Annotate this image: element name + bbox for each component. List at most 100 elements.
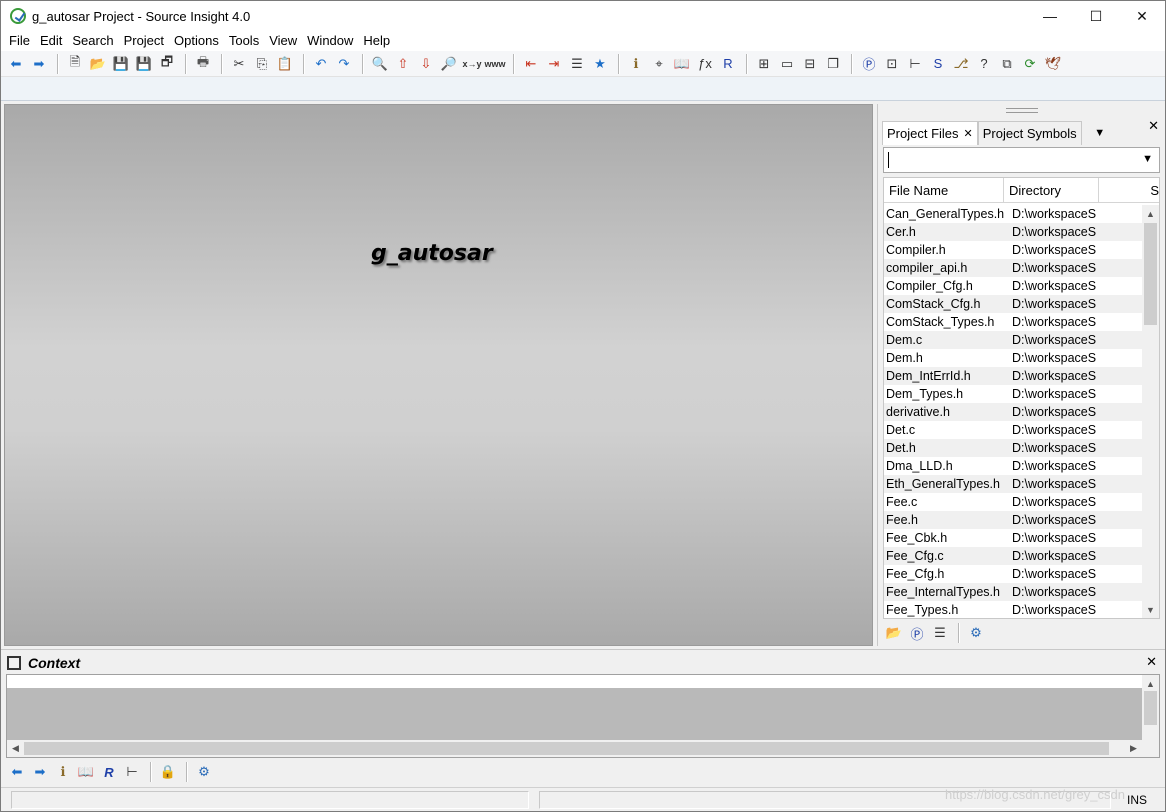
close-icon[interactable]: ✕ [964, 127, 973, 140]
table-row[interactable]: Fee_Cfg.h D:\workspaceS [884, 565, 1142, 583]
redo-button[interactable]: ↷ [333, 53, 355, 75]
bookmark-prev-button[interactable]: ⇤ [520, 53, 542, 75]
menu-window[interactable]: Window [302, 31, 358, 51]
table-row[interactable]: Fee_Cbk.h D:\workspaceS [884, 529, 1142, 547]
scroll-thumb[interactable] [1144, 691, 1157, 725]
context-vertical-scrollbar[interactable]: ▲ [1142, 675, 1159, 741]
panel-drag-handle[interactable] [1006, 108, 1038, 113]
ctx-relation-icon[interactable]: R [98, 761, 120, 783]
save-button[interactable]: 💾 [110, 53, 132, 75]
table-row[interactable]: Dem.h D:\workspaceS [884, 349, 1142, 367]
ctx-tree-icon[interactable]: ⊢ [121, 761, 143, 783]
menu-search[interactable]: Search [67, 31, 118, 51]
replace-button[interactable]: x→y [461, 53, 483, 75]
chevron-down-icon[interactable]: ▼ [1090, 121, 1110, 145]
table-row[interactable]: Dem_IntErrId.h D:\workspaceS [884, 367, 1142, 385]
scroll-right-icon[interactable]: ▶ [1125, 740, 1142, 757]
bookmark-toggle-button[interactable]: ★ [589, 53, 611, 75]
layout-2-button[interactable]: ▭ [776, 53, 798, 75]
menu-options[interactable]: Options [169, 31, 224, 51]
find-button[interactable]: 🔍 [369, 53, 391, 75]
ctx-symbol-info-icon[interactable]: ℹ [52, 761, 74, 783]
layout-1-button[interactable]: ⊞ [753, 53, 775, 75]
context-horizontal-scrollbar[interactable]: ◀ ▶ [7, 740, 1159, 757]
clip-window-button[interactable]: ⎇ [950, 53, 972, 75]
close-button[interactable]: ✕ [1119, 1, 1165, 31]
overview-button[interactable]: ⧉ [996, 53, 1018, 75]
layout-3-button[interactable]: ⊟ [799, 53, 821, 75]
scroll-left-icon[interactable]: ◀ [7, 740, 24, 757]
table-row[interactable]: ComStack_Types.h D:\workspaceS [884, 313, 1142, 331]
scroll-thumb[interactable] [1144, 223, 1157, 325]
ctx-back-icon[interactable]: ⬅ [6, 761, 28, 783]
paste-button[interactable]: 📋 [274, 53, 296, 75]
symbol-info-button[interactable]: ℹ [625, 53, 647, 75]
project-window-close-button[interactable]: ✕ [1148, 118, 1159, 134]
scroll-thumb[interactable] [24, 742, 1109, 755]
tab-project-files[interactable]: Project Files ✕ [882, 121, 978, 145]
search-files-button[interactable]: 🔎 [438, 53, 460, 75]
table-row[interactable]: Dem.c D:\workspaceS [884, 331, 1142, 349]
help-window-button[interactable]: ? [973, 53, 995, 75]
menu-help[interactable]: Help [358, 31, 395, 51]
bookmark-next-button[interactable]: ⇥ [543, 53, 565, 75]
sync-button[interactable]: ⟳ [1019, 53, 1041, 75]
new-file-button[interactable]: 🗎 [64, 53, 86, 75]
table-row[interactable]: Fee_Cfg.c D:\workspaceS [884, 547, 1142, 565]
column-directory[interactable]: Directory [1004, 178, 1099, 203]
context-window-button[interactable]: ⊡ [881, 53, 903, 75]
column-size[interactable]: S [1099, 178, 1159, 203]
function-button[interactable]: ƒx [694, 53, 716, 75]
relation-button[interactable]: R [717, 53, 739, 75]
bird-button[interactable]: 🕊 [1042, 53, 1064, 75]
forward-button[interactable]: ➡ [28, 53, 50, 75]
table-row[interactable]: Dem_Types.h D:\workspaceS [884, 385, 1142, 403]
context-view[interactable]: ▲ ◀ ▶ [6, 674, 1160, 758]
table-row[interactable]: Det.h D:\workspaceS [884, 439, 1142, 457]
cut-button[interactable]: ✂ [228, 53, 250, 75]
save-all-button[interactable]: 💾 [133, 53, 155, 75]
scroll-up-icon[interactable]: ▲ [1142, 675, 1159, 692]
back-button[interactable]: ⬅ [5, 53, 27, 75]
jump-to-def-button[interactable]: ⌖ [648, 53, 670, 75]
table-row[interactable]: Fee_InternalTypes.h D:\workspaceS [884, 583, 1142, 601]
menu-view[interactable]: View [264, 31, 302, 51]
scroll-up-icon[interactable]: ▲ [1142, 205, 1159, 222]
table-row[interactable]: compiler_api.h D:\workspaceS [884, 259, 1142, 277]
chevron-down-icon[interactable]: ▼ [1142, 153, 1153, 165]
context-window-close-button[interactable]: ✕ [1146, 654, 1157, 670]
table-row[interactable]: Eth_GeneralTypes.h D:\workspaceS [884, 475, 1142, 493]
undo-button[interactable]: ↶ [310, 53, 332, 75]
table-row[interactable]: Det.c D:\workspaceS [884, 421, 1142, 439]
file-list-icon[interactable]: ☰ [929, 622, 951, 644]
search-backward-button[interactable]: ⇧ [392, 53, 414, 75]
table-row[interactable]: Fee_Types.h D:\workspaceS [884, 601, 1142, 618]
table-row[interactable]: Cer.h D:\workspaceS [884, 223, 1142, 241]
close-file-button[interactable]: 🗗 [156, 53, 178, 75]
menu-file[interactable]: File [4, 31, 35, 51]
open-folder-icon[interactable]: 📂 [883, 622, 905, 644]
open-file-button[interactable]: 📂 [87, 53, 109, 75]
symbol-window-button[interactable]: S [927, 53, 949, 75]
copy-button[interactable]: ⎘ [251, 53, 273, 75]
ctx-lock-icon[interactable]: 🔒 [157, 761, 179, 783]
tab-project-symbols[interactable]: Project Symbols [977, 121, 1082, 145]
editor-area[interactable]: g_autosar [4, 104, 873, 646]
table-row[interactable]: ComStack_Cfg.h D:\workspaceS [884, 295, 1142, 313]
maximize-button[interactable]: ☐ [1073, 1, 1119, 31]
scroll-down-icon[interactable]: ▼ [1142, 601, 1159, 618]
file-list-scrollbar[interactable]: ▲ ▼ [1142, 205, 1159, 618]
table-row[interactable]: Fee.h D:\workspaceS [884, 511, 1142, 529]
search-forward-button[interactable]: ⇩ [415, 53, 437, 75]
table-row[interactable]: Fee.c D:\workspaceS [884, 493, 1142, 511]
panel-settings-icon[interactable]: ⚙ [965, 622, 987, 644]
file-filter-input[interactable]: ▼ [883, 147, 1160, 173]
table-row[interactable]: derivative.h D:\workspaceS [884, 403, 1142, 421]
ctx-forward-icon[interactable]: ➡ [29, 761, 51, 783]
layout-4-button[interactable]: ❐ [822, 53, 844, 75]
lookup-ref-button[interactable]: 📖 [671, 53, 693, 75]
project-sync-icon[interactable]: Ⓟ [906, 622, 928, 644]
ctx-lookup-icon[interactable]: 📖 [75, 761, 97, 783]
title-bar[interactable]: g_autosar Project - Source Insight 4.0 —… [1, 1, 1165, 31]
relation-window-button[interactable]: ⊢ [904, 53, 926, 75]
